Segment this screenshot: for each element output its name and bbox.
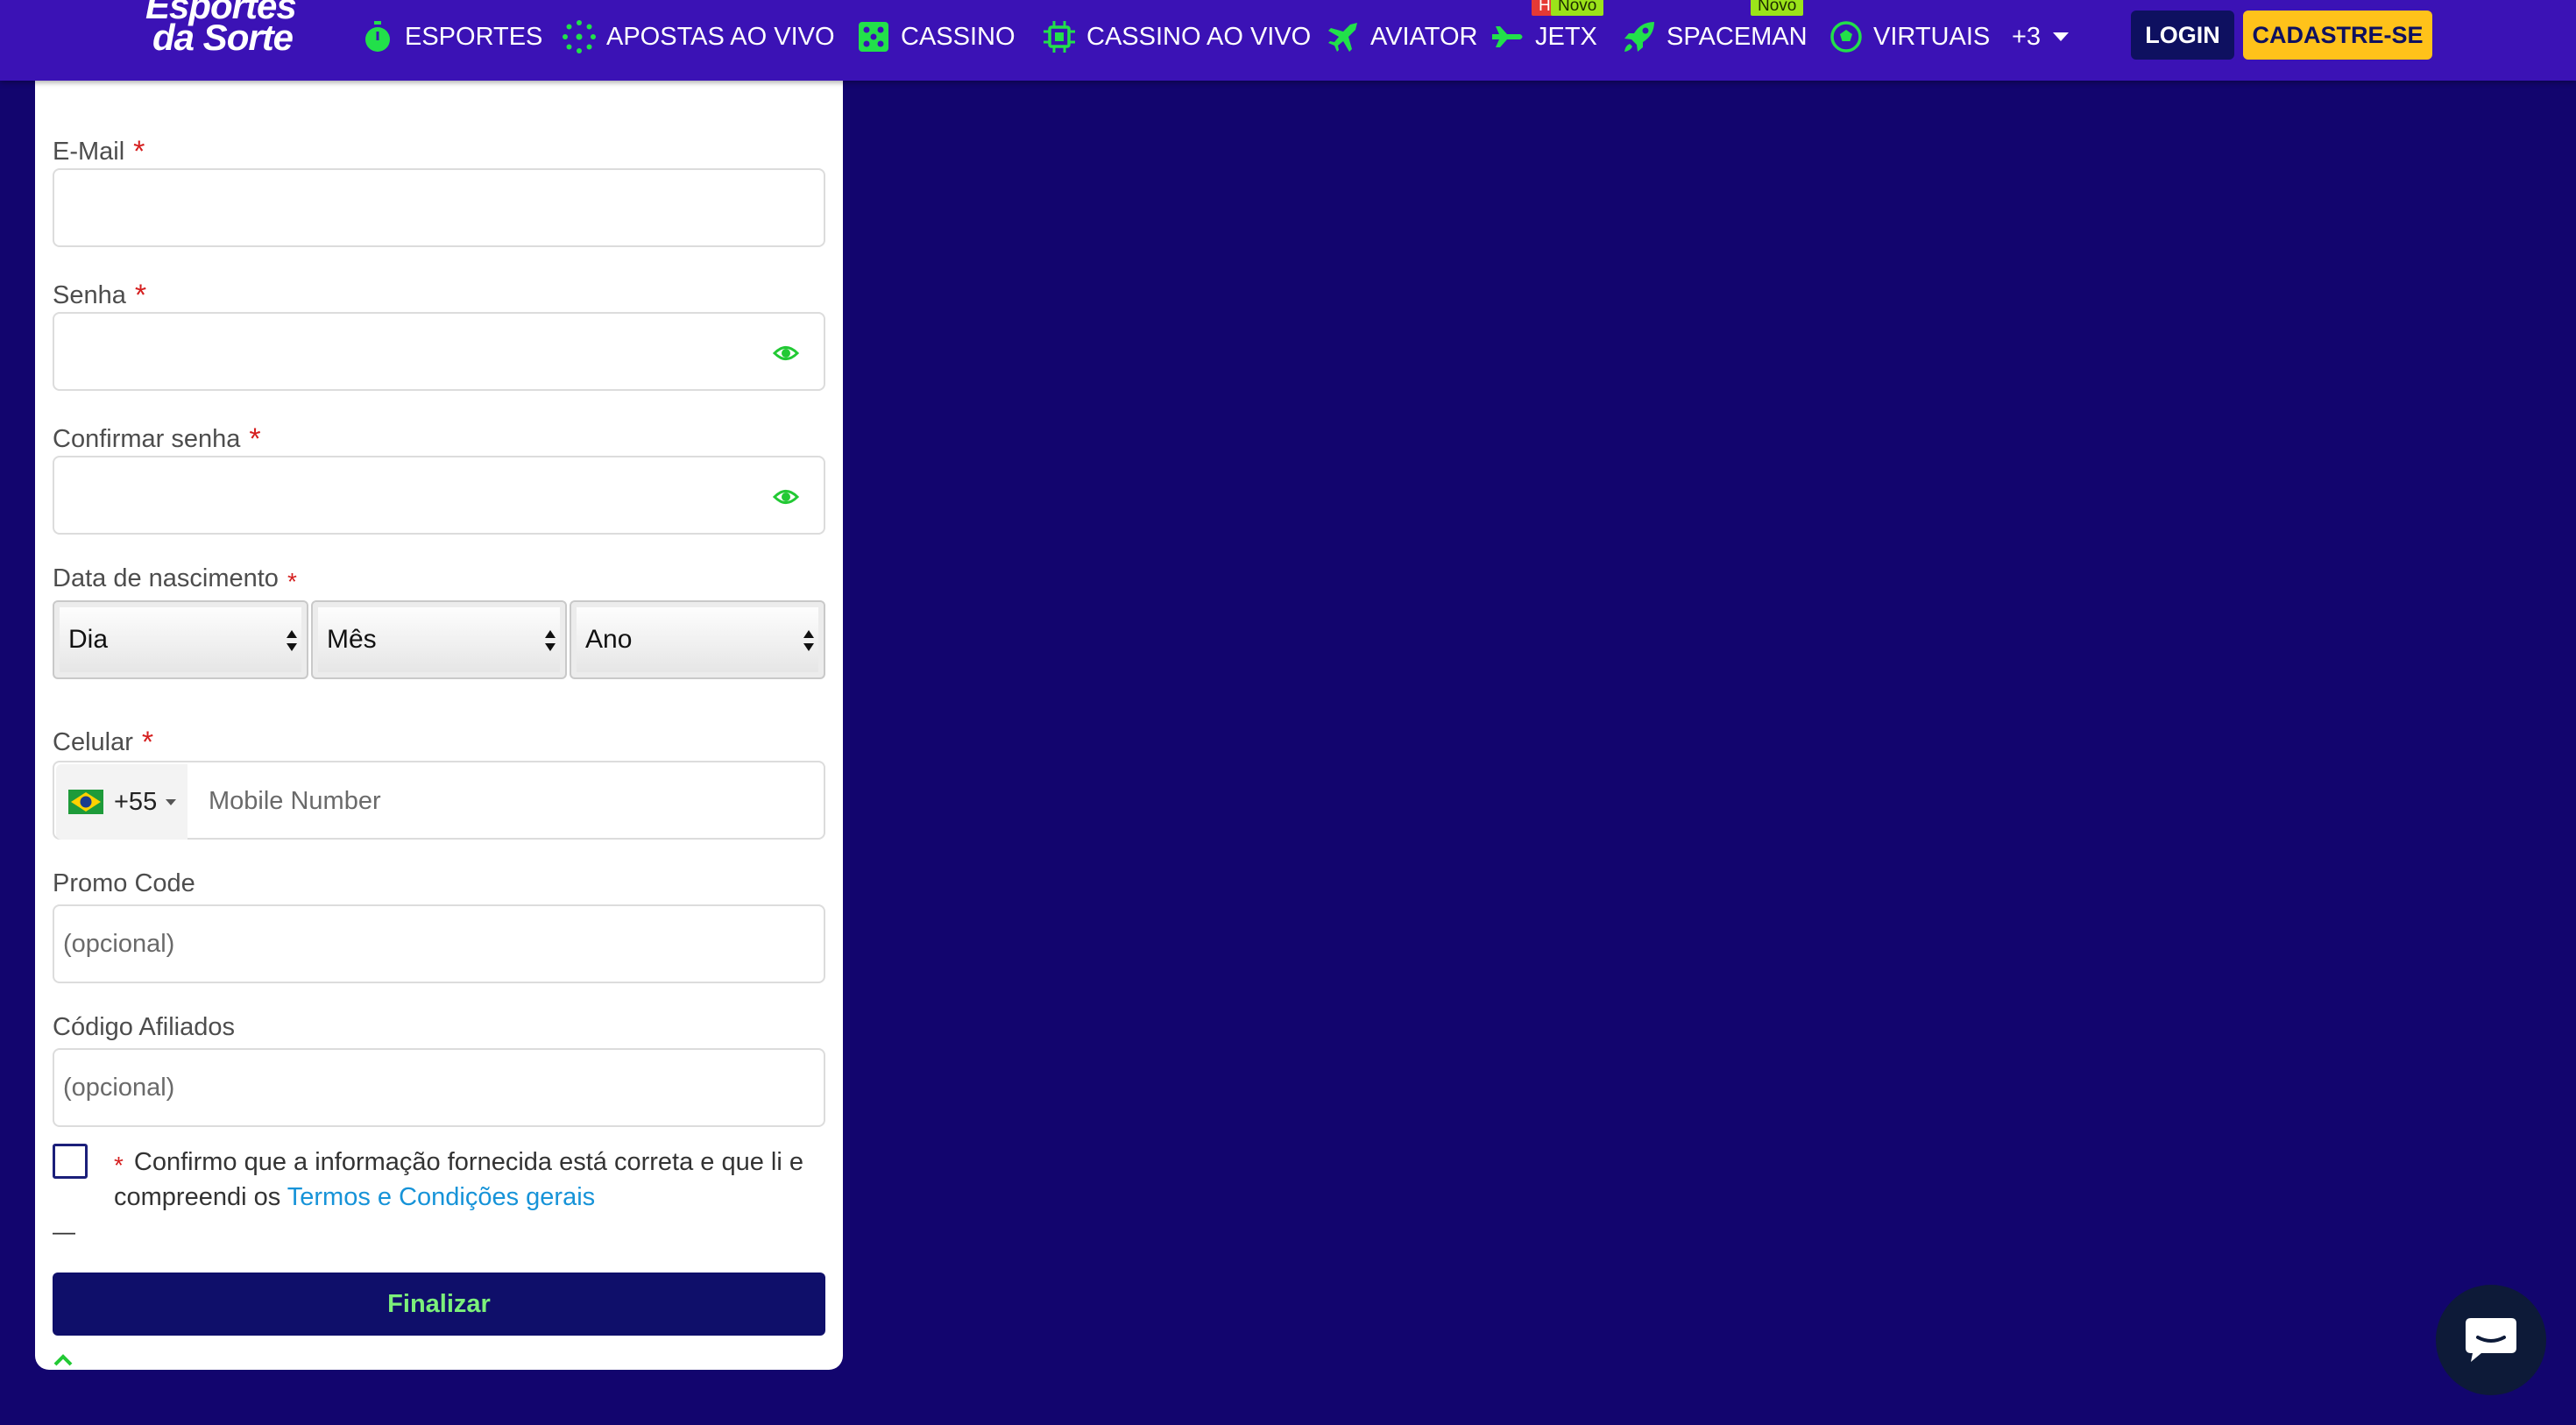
live-burst-icon (561, 18, 598, 55)
country-code-value: +55 (114, 787, 158, 816)
finalize-button[interactable]: Finalizar (53, 1273, 825, 1336)
stopwatch-icon (359, 18, 396, 55)
birthdate-label-text: Data de nascimento (53, 564, 279, 592)
terms-link[interactable]: Termos e Condições gerais (287, 1183, 595, 1211)
password-label-text: Senha (53, 281, 126, 309)
top-navigation-bar: Esportes da Sorte ESPORTES APOSTAS AO VI… (0, 0, 2576, 81)
nav-label: JETX (1535, 22, 1597, 51)
select-arrows-icon (287, 630, 297, 651)
day-select-value: Dia (68, 625, 109, 654)
registration-form-panel: E-Mail * Senha * Confirmar senha * Data de … (35, 26, 843, 1370)
new-badge: Novo (1551, 0, 1604, 16)
signup-button[interactable]: CADASTRE-SE (2243, 11, 2432, 60)
show-password-eye-icon[interactable] (773, 340, 799, 366)
more-menu-button[interactable]: +3 (2012, 18, 2070, 56)
nav-item-jetx[interactable]: JETX Novo (1490, 0, 1604, 56)
phone-field: +55 Mobile Number (53, 761, 825, 840)
phone-number-input[interactable]: Mobile Number (209, 787, 381, 816)
confirm-password-input[interactable] (53, 456, 825, 535)
required-mark: * (133, 135, 145, 168)
terms-text: * Confirmo que a informação fornecida est… (114, 1145, 832, 1215)
email-label: E-Mail * (53, 133, 145, 168)
nav-item-cassino-ao-vivo[interactable]: CASSINO AO VIVO (1041, 18, 1311, 56)
required-mark: * (141, 726, 154, 759)
month-select-value: Mês (327, 625, 377, 654)
required-mark: * (134, 279, 147, 312)
required-mark: * (114, 1152, 124, 1179)
caret-down-icon (166, 798, 177, 805)
nav-label: CASSINO AO VIVO (1086, 22, 1312, 51)
show-password-eye-icon[interactable] (773, 484, 799, 510)
nav-label: APOSTAS AO VIVO (606, 22, 835, 51)
nav-label: VIRTUAIS (1873, 22, 1991, 51)
affiliate-code-label: Código Afiliados (53, 1013, 235, 1041)
terms-checkbox[interactable] (53, 1144, 88, 1179)
nav-item-apostas-ao-vivo[interactable]: APOSTAS AO VIVO (561, 18, 835, 56)
required-mark: * (287, 568, 297, 595)
dice-icon (855, 18, 892, 55)
chevron-up-icon[interactable] (53, 1353, 74, 1367)
phone-label-text: Celular (53, 728, 133, 756)
logo-line-2: da Sorte (152, 17, 294, 58)
password-input[interactable] (53, 312, 825, 391)
day-select[interactable]: Dia (53, 600, 308, 679)
affiliate-code-input[interactable] (53, 1048, 825, 1127)
login-button[interactable]: LOGIN (2131, 11, 2234, 60)
nav-label: CASSINO (901, 22, 1016, 51)
chat-bubble-icon (2466, 1318, 2516, 1362)
brazil-flag-icon (68, 790, 103, 814)
promo-code-label: Promo Code (53, 869, 195, 897)
year-select[interactable]: Ano (570, 600, 825, 679)
new-badge: Novo (1751, 0, 1804, 16)
soccer-ball-icon (1828, 18, 1865, 55)
promo-code-input[interactable] (53, 904, 825, 983)
month-select[interactable]: Mês (311, 600, 567, 679)
nav-item-aviator[interactable]: AVIATOR Hot (1325, 0, 1572, 56)
nav-item-virtuais[interactable]: VIRTUAIS (1828, 18, 1990, 56)
nav-label: ESPORTES (405, 22, 543, 51)
password-label: Senha * (53, 277, 147, 312)
nav-item-esportes[interactable]: ESPORTES (359, 18, 542, 56)
airplane-icon (1325, 18, 1362, 55)
site-logo[interactable]: Esportes da Sorte (142, 0, 308, 58)
rocket-icon (1621, 18, 1658, 55)
birthdate-label: Data de nascimento * (53, 564, 297, 595)
nav-item-cassino[interactable]: CASSINO (855, 18, 1016, 56)
confirm-password-label-text: Confirmar senha (53, 425, 241, 453)
caret-down-icon (2053, 32, 2070, 41)
jet-icon (1490, 18, 1526, 55)
nav-label: SPACEMAN (1667, 22, 1808, 51)
country-code-dropdown[interactable]: +55 (56, 764, 188, 840)
required-mark: * (249, 422, 261, 456)
select-arrows-icon (803, 630, 814, 651)
confirm-password-label: Confirmar senha * (53, 421, 261, 456)
phone-label: Celular * (53, 724, 154, 759)
nav-label: AVIATOR (1370, 22, 1478, 51)
email-input[interactable] (53, 168, 825, 247)
divider-dash: — (53, 1218, 75, 1244)
select-arrows-icon (545, 630, 556, 651)
email-label-text: E-Mail (53, 138, 125, 166)
nav-item-spaceman[interactable]: SPACEMAN Novo (1621, 0, 1808, 56)
year-select-value: Ano (585, 625, 633, 654)
chip-icon (1041, 18, 1078, 55)
more-label: +3 (2012, 22, 2042, 51)
chat-support-button[interactable] (2436, 1285, 2546, 1395)
